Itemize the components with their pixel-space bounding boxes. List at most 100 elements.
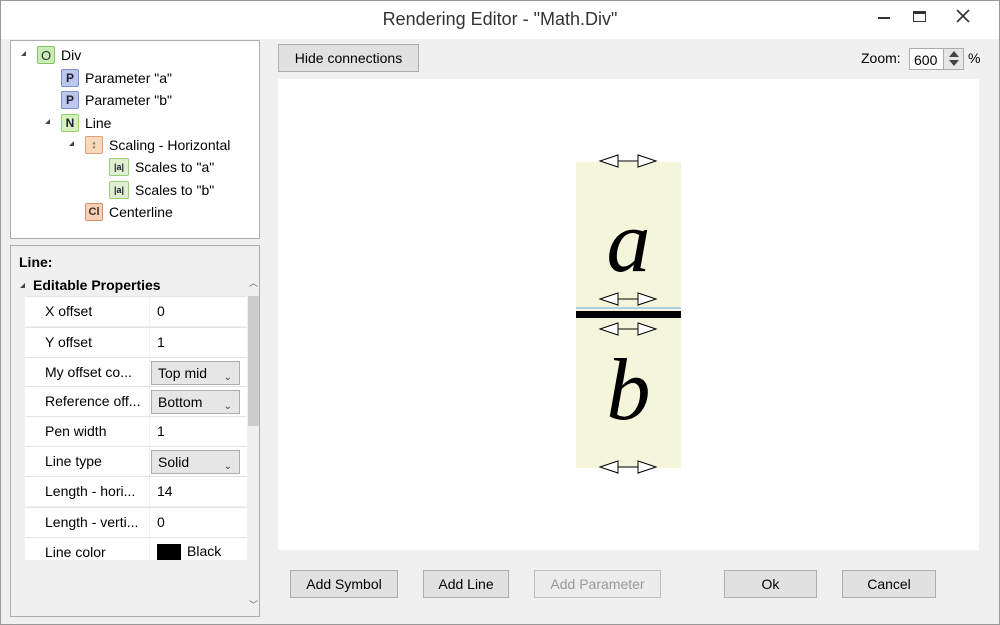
property-row-pen-width: Pen width 1 <box>25 416 247 446</box>
title-bar: Rendering Editor - "Math.Div" <box>1 1 999 39</box>
tree-item-label: Line <box>85 115 112 131</box>
add-parameter-button[interactable]: Add Parameter <box>534 570 661 598</box>
length-vertical-field[interactable]: 0 <box>150 508 247 537</box>
rendering-canvas[interactable]: a b <box>278 79 979 550</box>
connection-arrow-icon[interactable] <box>598 322 658 336</box>
centerline-badge-icon: Cl <box>85 203 103 221</box>
connection-arrow-icon[interactable] <box>598 292 658 306</box>
zoom-value[interactable]: 600 <box>914 52 937 68</box>
x-offset-field[interactable]: 0 <box>150 297 247 326</box>
tree-item-line[interactable]: N Line <box>61 112 111 134</box>
ok-button[interactable]: Ok <box>724 570 817 598</box>
collapse-arrow-icon[interactable] <box>21 51 26 56</box>
add-symbol-button[interactable]: Add Symbol <box>290 570 398 598</box>
tree-item-label: Div <box>61 47 82 63</box>
object-badge-icon: O <box>37 46 55 64</box>
maximize-button[interactable] <box>904 1 934 31</box>
collapse-arrow-icon[interactable] <box>69 141 74 146</box>
tree-item-centerline[interactable]: Cl Centerline <box>85 201 173 223</box>
tree-item-label: Scales to "b" <box>135 182 215 198</box>
property-name: Length - hori... <box>25 477 149 506</box>
tree-item-scales-to-b[interactable]: |a| Scales to "b" <box>109 179 214 201</box>
maximize-icon <box>912 10 926 22</box>
centerline-guide <box>576 307 681 309</box>
connection-arrow-icon[interactable] <box>598 154 658 168</box>
property-name: Line color <box>25 538 149 560</box>
zoom-unit: % <box>968 50 981 66</box>
property-scrollbar[interactable]: ︿ ﹀ <box>248 274 259 614</box>
collapse-arrow-icon <box>20 282 25 288</box>
window-title: Rendering Editor - "Math.Div" <box>382 9 618 29</box>
spin-up-icon[interactable] <box>949 51 959 57</box>
collapse-arrow-icon[interactable] <box>45 119 50 124</box>
rendering-editor-window: Rendering Editor - "Math.Div" O Div P Pa… <box>0 0 1000 625</box>
property-row-line-color: Line color Black <box>25 537 247 561</box>
connection-arrow-icon[interactable] <box>598 460 658 474</box>
y-offset-field[interactable]: 1 <box>150 328 247 357</box>
property-panel-title: Line: <box>19 254 53 270</box>
cancel-button[interactable]: Cancel <box>842 570 936 598</box>
select-value: Bottom <box>158 394 203 410</box>
scroll-thumb[interactable] <box>248 296 259 426</box>
property-row-length-vertical: Length - verti... 0 <box>25 507 247 537</box>
scroll-up-icon[interactable]: ︿ <box>248 276 259 290</box>
element-tree[interactable]: O Div P Parameter "a" P Parameter "b" N … <box>10 40 260 239</box>
zoom-label: Zoom: <box>861 50 901 66</box>
close-icon <box>956 9 970 23</box>
property-panel: Line: Editable Properties X offset 0 Y o… <box>10 245 260 617</box>
scaling-badge-icon: ↕ <box>85 136 103 154</box>
property-row-y-offset: Y offset 1 <box>25 327 247 357</box>
property-row-my-offset: My offset co... Top mid ⌄ <box>25 357 247 387</box>
zoom-spin-buttons[interactable] <box>943 49 963 69</box>
add-line-button[interactable]: Add Line <box>423 570 509 598</box>
parameter-badge-icon: P <box>61 69 79 87</box>
property-row-reference-offset: Reference off... Bottom ⌄ <box>25 386 247 416</box>
scales-to-badge-icon: |a| <box>109 158 129 176</box>
tree-item-scaling-horizontal[interactable]: ↕ Scaling - Horizontal <box>85 134 230 156</box>
select-value: Top mid <box>158 365 208 381</box>
minimize-icon <box>878 17 890 19</box>
property-group-label: Editable Properties <box>33 277 161 293</box>
parameter-badge-icon: P <box>61 91 79 109</box>
property-name: Pen width <box>25 417 149 446</box>
property-name: Length - verti... <box>25 508 149 537</box>
property-name: My offset co... <box>25 358 149 387</box>
property-row-line-type: Line type Solid ⌄ <box>25 446 247 476</box>
pen-width-field[interactable]: 1 <box>150 417 247 446</box>
scroll-down-icon[interactable]: ﹀ <box>248 598 259 612</box>
length-horizontal-field[interactable]: 14 <box>150 477 247 506</box>
reference-offset-select[interactable]: Bottom ⌄ <box>151 390 240 414</box>
numerator-symbol[interactable]: a <box>576 199 681 287</box>
color-swatch <box>157 544 181 561</box>
select-value: Solid <box>158 454 190 470</box>
tree-item-div[interactable]: O Div <box>37 44 81 66</box>
property-row-length-horizontal: Length - hori... 14 <box>25 476 247 506</box>
property-name: Y offset <box>25 328 149 357</box>
tree-item-label: Scales to "a" <box>135 159 215 175</box>
tree-item-parameter-a[interactable]: P Parameter "a" <box>61 67 172 89</box>
property-row-x-offset: X offset 0 <box>25 296 247 326</box>
property-name: Line type <box>25 447 149 476</box>
chevron-down-icon: ⌄ <box>223 401 232 412</box>
my-offset-select[interactable]: Top mid ⌄ <box>151 361 240 385</box>
line-color-field[interactable]: Black <box>150 538 247 561</box>
tree-item-label: Parameter "a" <box>85 70 172 86</box>
property-group-header[interactable]: Editable Properties <box>11 274 247 296</box>
property-name: X offset <box>25 297 149 326</box>
tree-item-scales-to-a[interactable]: |a| Scales to "a" <box>109 156 214 178</box>
spin-down-icon[interactable] <box>949 60 959 66</box>
tree-item-label: Parameter "b" <box>85 92 172 108</box>
tree-item-parameter-b[interactable]: P Parameter "b" <box>61 89 172 111</box>
node-badge-icon: N <box>61 114 79 132</box>
hide-connections-button[interactable]: Hide connections <box>278 44 419 72</box>
scales-to-badge-icon: |a| <box>109 181 129 199</box>
line-type-select[interactable]: Solid ⌄ <box>151 450 240 474</box>
close-button[interactable] <box>936 1 990 31</box>
color-name: Black <box>187 543 222 559</box>
tree-item-label: Scaling - Horizontal <box>109 137 231 153</box>
minimize-button[interactable] <box>869 1 899 31</box>
fraction-line[interactable] <box>576 311 681 318</box>
tree-item-label: Centerline <box>109 204 173 220</box>
denominator-symbol[interactable]: b <box>576 347 681 435</box>
zoom-spinner[interactable]: 600 <box>909 48 964 70</box>
